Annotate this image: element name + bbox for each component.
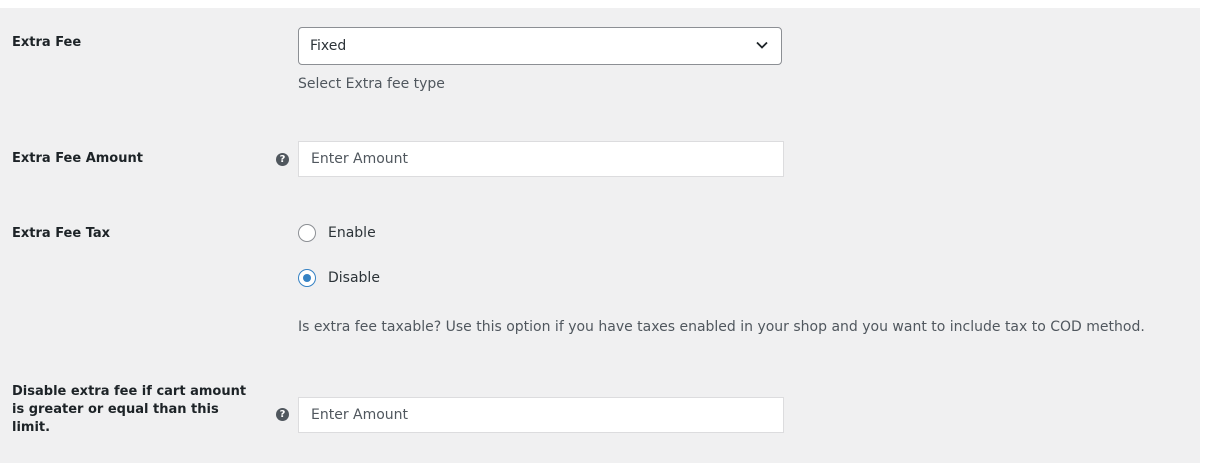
extra-fee-tax-description: Is extra fee taxable? Use this option if…	[298, 319, 1145, 335]
extra-fee-type-description: Select Extra fee type	[298, 76, 445, 92]
disable-limit-label-line-1: Disable extra fee if cart amount	[12, 384, 247, 399]
radio-selected-dot	[303, 274, 311, 282]
disable-limit-label-line-2: is greater or equal than this	[12, 402, 219, 417]
settings-panel: Extra Fee Fixed Select Extra fee type Ex…	[0, 8, 1200, 463]
help-icon[interactable]: ?	[276, 153, 289, 166]
extra-fee-tax-label: Extra Fee Tax	[12, 226, 111, 241]
radio-enable[interactable]	[298, 224, 316, 242]
extra-fee-amount-input[interactable]	[298, 141, 784, 177]
extra-fee-type-selected: Fixed	[310, 38, 347, 54]
disable-limit-label-line-3: limit.	[12, 420, 51, 435]
disable-limit-input[interactable]	[298, 397, 784, 433]
radio-disable-label[interactable]: Disable	[328, 269, 380, 287]
chevron-down-icon	[756, 41, 768, 49]
extra-fee-label: Extra Fee	[12, 35, 82, 50]
disable-limit-label: Disable extra fee if cart amount is grea…	[12, 383, 246, 437]
help-icon[interactable]: ?	[276, 408, 289, 421]
radio-disable[interactable]	[298, 269, 316, 287]
radio-enable-label[interactable]: Enable	[328, 224, 376, 242]
extra-fee-type-select[interactable]: Fixed	[298, 27, 782, 65]
extra-fee-amount-label: Extra Fee Amount	[12, 151, 143, 166]
